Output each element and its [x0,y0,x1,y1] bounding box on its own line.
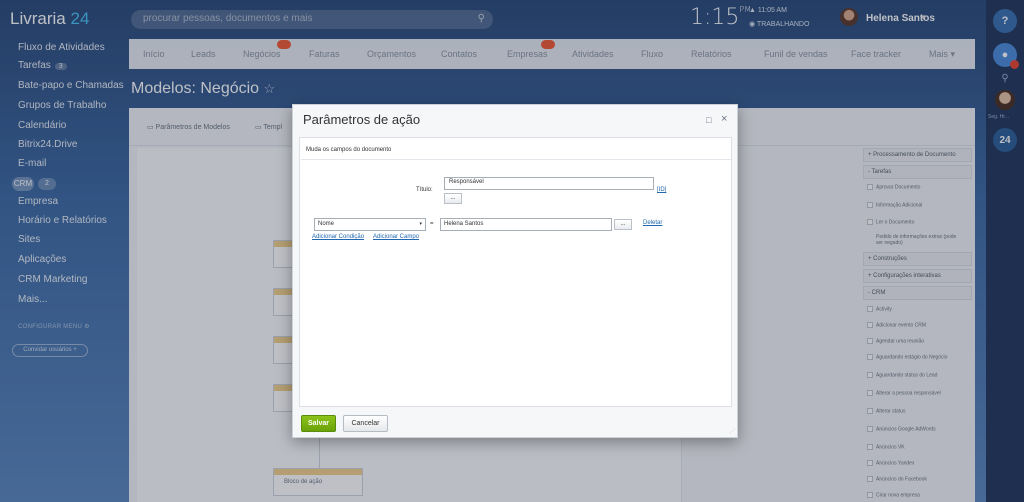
field-select[interactable]: Nome ▾ [314,218,426,231]
add-field-link[interactable]: Adicionar Campo [373,234,419,240]
cancel-button[interactable]: Cancelar [343,415,388,432]
restore-icon[interactable]: □ [706,115,711,125]
close-icon[interactable]: × [721,113,727,125]
action-parameters-dialog: Parâmetros de ação □ × Muda os campos do… [292,104,738,438]
dialog-title: Parâmetros de ação [303,112,421,127]
title-field[interactable]: Responsável [444,177,654,190]
title-label: Título: [416,187,433,193]
id-link[interactable]: [ID] [657,187,666,193]
delete-link[interactable]: Deletar [643,220,662,226]
dialog-caption: Muda os campos do documento [306,147,392,153]
resize-handle[interactable]: ⋰ [729,428,735,435]
title-dots-button[interactable]: ... [444,193,462,204]
save-button[interactable]: Salvar [301,415,336,432]
equals-sign: = [430,221,434,227]
value-field[interactable]: Helena Santos [440,218,612,231]
dialog-body: Muda os campos do documento Título: Resp… [299,137,732,407]
chevron-down-icon: ▾ [419,221,422,227]
add-condition-link[interactable]: Adicionar Condição [312,234,364,240]
value-dots-button[interactable]: ... [614,219,632,230]
selected-value: Nome [318,221,335,227]
divider [301,159,731,160]
